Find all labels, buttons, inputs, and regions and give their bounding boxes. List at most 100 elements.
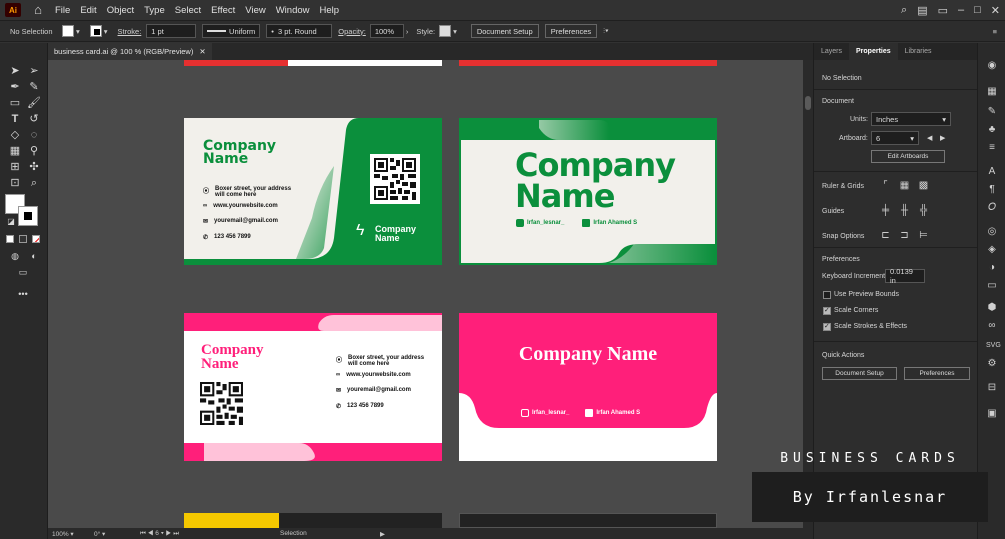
scale-strokes-checkbox[interactable]: [823, 322, 831, 331]
menu-window[interactable]: Window: [276, 5, 310, 16]
menu-edit[interactable]: Edit: [80, 5, 96, 16]
graphic-styles-icon[interactable]: ◈: [986, 244, 998, 256]
asset-export-icon[interactable]: ⚙: [986, 358, 998, 370]
artboard-select[interactable]: 6 ▾: [871, 131, 919, 145]
tab-close-icon[interactable]: ✕: [199, 47, 205, 56]
paintbrush-tool-icon[interactable]: 🖌: [27, 96, 41, 110]
color-mode-icon[interactable]: [6, 235, 14, 243]
lock-guides-icon[interactable]: ╫: [899, 205, 910, 216]
eraser-tool-icon[interactable]: ◇: [8, 128, 22, 142]
transparency-icon[interactable]: ◑: [986, 262, 998, 274]
menu-help[interactable]: Help: [320, 5, 340, 16]
use-preview-bounds-checkbox[interactable]: [823, 291, 831, 299]
pink-card-back[interactable]: Company Name Irfan_lesnar_ Irfan Ahamed …: [459, 313, 717, 461]
snap-glyph-icon[interactable]: ⊨: [918, 230, 929, 241]
document-tab[interactable]: business card.ai @ 100 % (RGB/Preview) ✕: [48, 43, 212, 60]
arrange-docs-icon[interactable]: ▭: [938, 4, 948, 17]
pen-tool-icon[interactable]: ✒: [8, 80, 22, 94]
pathfinder-icon[interactable]: ▣: [986, 408, 998, 420]
selection-tool-icon[interactable]: ➤: [8, 64, 22, 78]
workspace-icon[interactable]: ▤: [917, 4, 927, 17]
ruler-icon[interactable]: ⌜: [880, 180, 891, 191]
opacity-field[interactable]: 100%: [369, 24, 404, 38]
gradient-mode-icon[interactable]: [19, 235, 27, 243]
qa-preferences-button[interactable]: Preferences: [904, 367, 970, 380]
menu-view[interactable]: View: [245, 5, 265, 16]
stroke-profile-select[interactable]: Uniform: [202, 24, 261, 38]
minimize-icon[interactable]: –: [958, 4, 964, 16]
rotation-field[interactable]: 0° ▾: [90, 530, 140, 538]
snap-pixel-icon[interactable]: ⊐: [899, 230, 910, 241]
stroke-label[interactable]: Stroke:: [118, 27, 142, 36]
stroke-weight-field[interactable]: 1 pt: [146, 24, 197, 38]
default-colors-icon[interactable]: ◪: [4, 215, 18, 229]
menu-select[interactable]: Select: [175, 5, 201, 16]
draw-mode-icon[interactable]: ◐: [27, 249, 41, 263]
screen-mode-icon[interactable]: ▭: [16, 265, 30, 279]
shape-builder-tool-icon[interactable]: ⊞: [8, 160, 22, 174]
opacity-dropdown-icon[interactable]: ›: [406, 27, 409, 36]
arrange-icon[interactable]: ⫶▾: [603, 26, 609, 36]
preferences-button[interactable]: Preferences: [544, 24, 598, 38]
swatches-icon[interactable]: ▦: [986, 86, 998, 98]
links-icon[interactable]: ∞: [986, 320, 998, 332]
lasso-tool-icon[interactable]: ◌: [27, 128, 41, 142]
menu-type[interactable]: Type: [144, 5, 165, 16]
draw-normal-icon[interactable]: ◍: [8, 249, 22, 263]
canvas[interactable]: Company Name ⦿ Boxer street, your address…: [48, 60, 803, 528]
pink-card-front[interactable]: Company Name ⦿ Boxer street, your address…: [184, 313, 442, 461]
style-dropdown-icon[interactable]: ▾: [453, 27, 457, 36]
stroke-swatch[interactable]: [89, 25, 102, 37]
style-swatch[interactable]: [439, 25, 452, 37]
fill-dropdown-icon[interactable]: ▾: [76, 27, 80, 36]
scroll-thumb[interactable]: [805, 96, 811, 110]
svg-icon[interactable]: SVG: [986, 340, 1001, 352]
symbol-tool-icon[interactable]: ✣: [27, 160, 41, 174]
stroke-dropdown-icon[interactable]: ▾: [104, 27, 108, 36]
type-tool-icon[interactable]: T: [8, 112, 22, 126]
tab-libraries[interactable]: Libraries: [898, 43, 939, 60]
layers-3d-icon[interactable]: ⬢: [986, 302, 998, 314]
appearance-icon[interactable]: ◎: [986, 226, 998, 238]
scale-corners-checkbox[interactable]: [823, 306, 831, 315]
rectangle-tool-icon[interactable]: ▭: [8, 96, 22, 110]
maximize-icon[interactable]: □: [974, 4, 981, 16]
more-tools-icon[interactable]: •••: [16, 287, 30, 301]
tab-layers[interactable]: Layers: [814, 43, 849, 60]
artboard-prev-icon[interactable]: ◀: [927, 134, 932, 142]
zoom-tool-icon[interactable]: ⌕: [27, 176, 41, 190]
character-icon[interactable]: A: [986, 166, 998, 178]
edit-artboards-button[interactable]: Edit Artboards: [871, 150, 945, 163]
transparency-grid-icon[interactable]: ▩: [918, 180, 929, 191]
fill-swatch[interactable]: [62, 25, 74, 37]
opentype-icon[interactable]: 𝑂: [986, 202, 998, 214]
home-icon[interactable]: ⌂: [31, 3, 45, 17]
align-icon[interactable]: ⊟: [986, 382, 998, 394]
smart-guides-icon[interactable]: ╬: [918, 205, 929, 216]
none-mode-icon[interactable]: [32, 235, 40, 243]
eyedropper-tool-icon[interactable]: ⚲: [27, 144, 41, 158]
stroke-panel-icon[interactable]: ≡: [986, 142, 998, 154]
color-icon[interactable]: ◉: [986, 60, 998, 72]
snap-point-icon[interactable]: ⊏: [880, 230, 891, 241]
paragraph-icon[interactable]: ¶: [986, 184, 998, 196]
gradient-panel-icon[interactable]: ▭: [986, 280, 998, 292]
brush-select[interactable]: • 3 pt. Round: [266, 24, 333, 38]
panel-menu-icon[interactable]: ≡: [993, 27, 997, 36]
artboard-nav[interactable]: ⏮ ◀ 6 ▾ ▶ ⏭: [140, 530, 200, 538]
direct-selection-tool-icon[interactable]: ➢: [27, 64, 41, 78]
rotate-tool-icon[interactable]: ↺: [27, 112, 41, 126]
status-arrow-icon[interactable]: ▶: [380, 530, 385, 538]
menu-file[interactable]: File: [55, 5, 70, 16]
show-guides-icon[interactable]: ╪: [880, 205, 891, 216]
symbols-icon[interactable]: ♣: [986, 124, 998, 136]
keyboard-increment-field[interactable]: 0.0139 in: [885, 267, 925, 285]
document-setup-button[interactable]: Document Setup: [470, 24, 539, 38]
green-card-front[interactable]: Company Name ⦿ Boxer street, your address…: [184, 118, 442, 265]
menu-object[interactable]: Object: [107, 5, 134, 16]
menu-effect[interactable]: Effect: [211, 5, 235, 16]
curvature-tool-icon[interactable]: ✎: [27, 80, 41, 94]
tab-properties[interactable]: Properties: [849, 43, 898, 60]
qa-document-setup-button[interactable]: Document Setup: [822, 367, 897, 380]
search-icon[interactable]: ⌕: [901, 4, 907, 17]
